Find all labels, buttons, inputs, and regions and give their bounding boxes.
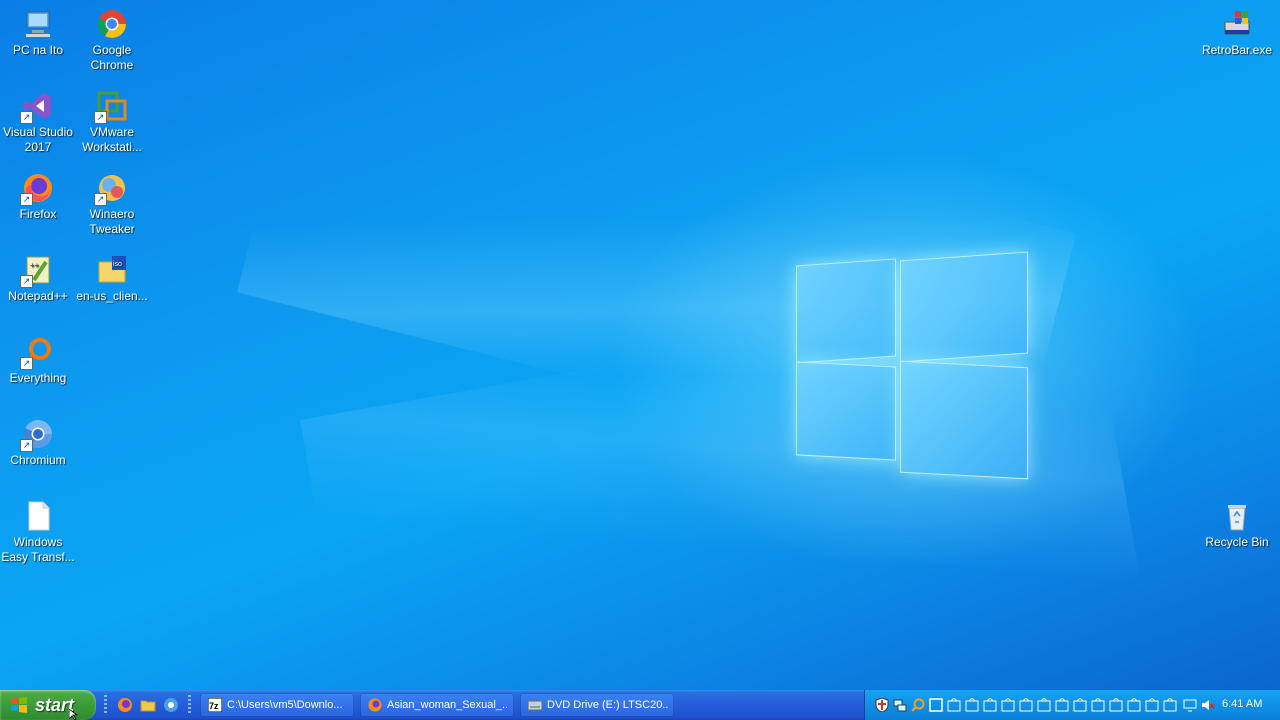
shortcut-arrow-icon: ↗	[20, 275, 33, 288]
svg-text:iso: iso	[113, 261, 122, 268]
task-label: Asian_woman_Sexual_...	[387, 699, 508, 711]
clock[interactable]: 6:41 AM	[1222, 698, 1262, 710]
window-icon[interactable]	[929, 698, 943, 712]
app-tray-icon[interactable]	[947, 698, 961, 712]
desktop-icon-label: Winaero Tweaker	[89, 207, 135, 236]
shortcut-arrow-icon: ↗	[20, 111, 33, 124]
desktop-icon-label: Recycle Bin	[1205, 535, 1269, 549]
app-tray-icon[interactable]	[1019, 698, 1033, 712]
svg-text:7z: 7z	[209, 701, 219, 711]
network-icon[interactable]	[893, 698, 907, 712]
mouse-cursor-icon	[69, 709, 79, 720]
windows-flag-icon	[11, 697, 27, 713]
visual-studio-icon: ↗	[20, 90, 54, 124]
desktop-icon-vmware[interactable]: ↗ VMware Workstati...	[74, 90, 150, 155]
volume-muted-icon[interactable]	[1201, 698, 1215, 712]
desktop-icon-label: Firefox	[19, 207, 57, 221]
app-tray-icon[interactable]	[1055, 698, 1069, 712]
chrome-icon	[96, 8, 128, 40]
desktop-icon-label: Notepad++	[8, 289, 68, 303]
desktop-icon-firefox[interactable]: ↗ Firefox	[0, 172, 76, 222]
desktop-icon-notepadpp[interactable]: ++ ↗ Notepad++	[0, 254, 76, 304]
app-tray-icon[interactable]	[1073, 698, 1087, 712]
desktop-icon-label: Windows Easy Transf...	[1, 535, 75, 564]
winaero-icon: ↗	[94, 172, 128, 206]
desktop-icon-iso[interactable]: iso en-us_clien...	[74, 254, 150, 304]
system-tray	[864, 690, 1280, 720]
toolbar-grip[interactable]	[104, 695, 107, 715]
notepadpp-icon: ++ ↗	[20, 254, 54, 288]
desktop-icon-label: PC na Ito	[12, 43, 64, 57]
firefox-icon[interactable]	[117, 697, 133, 713]
everything-icon: ↗	[20, 336, 54, 370]
vmware-icon: ↗	[94, 90, 128, 124]
task-button-explorer[interactable]: 7z C:\Users\vm5\Downlo...	[200, 693, 354, 717]
dvd-icon	[528, 700, 542, 711]
computer-icon	[22, 8, 54, 40]
desktop-icon-visual-studio[interactable]: ↗ Visual Studio 2017	[0, 90, 76, 155]
app-tray-icon[interactable]	[1091, 698, 1105, 712]
desktop-icon-label: Google Chrome	[90, 43, 134, 72]
search-icon[interactable]	[911, 698, 925, 712]
desktop-icon-label: Everything	[9, 371, 67, 385]
desktop-icon-label: en-us_clien...	[76, 289, 148, 303]
chromium-icon: ↗	[20, 418, 54, 452]
shortcut-arrow-icon: ↗	[94, 111, 107, 124]
desktop-icon-chrome[interactable]: Google Chrome	[74, 8, 150, 73]
desktop-icon-recycle-bin[interactable]: Recycle Bin	[1199, 500, 1275, 550]
desktop-icon-easy-transfer[interactable]: Windows Easy Transf...	[0, 500, 76, 565]
task-label: DVD Drive (E:) LTSC20...	[547, 699, 668, 711]
app-tray-icon[interactable]	[1145, 698, 1159, 712]
edge-icon[interactable]	[163, 697, 179, 713]
shortcut-arrow-icon: ↗	[20, 357, 33, 370]
desktop-icon-label: Visual Studio 2017	[3, 125, 73, 154]
app-tray-icon[interactable]	[1109, 698, 1123, 712]
app-tray-icon[interactable]	[1163, 698, 1177, 712]
shortcut-arrow-icon: ↗	[20, 193, 33, 206]
app-tray-icon[interactable]	[965, 698, 979, 712]
desktop-icon-chromium[interactable]: ↗ Chromium	[0, 418, 76, 468]
svg-text:++: ++	[30, 261, 40, 270]
desktop-icon-pc[interactable]: PC na Ito	[0, 8, 76, 58]
iso-file-icon: iso	[96, 254, 128, 286]
task-button-dvd-drive[interactable]: DVD Drive (E:) LTSC20...	[520, 693, 674, 717]
toolbar-grip[interactable]	[188, 695, 191, 715]
firefox-icon	[368, 698, 382, 712]
task-label: C:\Users\vm5\Downlo...	[227, 699, 343, 711]
windows-logo-wallpaper	[796, 242, 1028, 480]
desktop-icon-retrobar[interactable]: RetroBar.exe	[1199, 8, 1275, 58]
start-button[interactable]: start	[0, 690, 96, 720]
desktop-icon-winaero[interactable]: ↗ Winaero Tweaker	[74, 172, 150, 237]
app-tray-icon[interactable]	[983, 698, 997, 712]
shortcut-arrow-icon: ↗	[94, 193, 107, 206]
task-button-firefox[interactable]: Asian_woman_Sexual_...	[360, 693, 514, 717]
display-icon[interactable]	[1183, 698, 1197, 712]
desktop-icon-label: RetroBar.exe	[1201, 43, 1273, 57]
firefox-icon: ↗	[20, 172, 54, 206]
app-tray-icon[interactable]	[1001, 698, 1015, 712]
retrobar-icon	[1221, 8, 1253, 40]
shortcut-arrow-icon: ↗	[20, 439, 33, 452]
desktop-icon-everything[interactable]: ↗ Everything	[0, 336, 76, 386]
blank-file-icon	[22, 500, 54, 532]
app-tray-icon[interactable]	[1037, 698, 1051, 712]
desktop-icon-label: VMware Workstati...	[82, 125, 142, 154]
folder-icon[interactable]	[140, 697, 156, 713]
recycle-bin-icon	[1221, 500, 1253, 532]
app-tray-icon[interactable]	[1127, 698, 1141, 712]
7zip-icon: 7z	[208, 698, 222, 712]
desktop-icon-label: Chromium	[10, 453, 66, 467]
taskbar: start 7z C:\Users\vm5\Downlo... Asian_wo…	[0, 690, 1280, 720]
security-shield-icon[interactable]	[875, 698, 889, 712]
